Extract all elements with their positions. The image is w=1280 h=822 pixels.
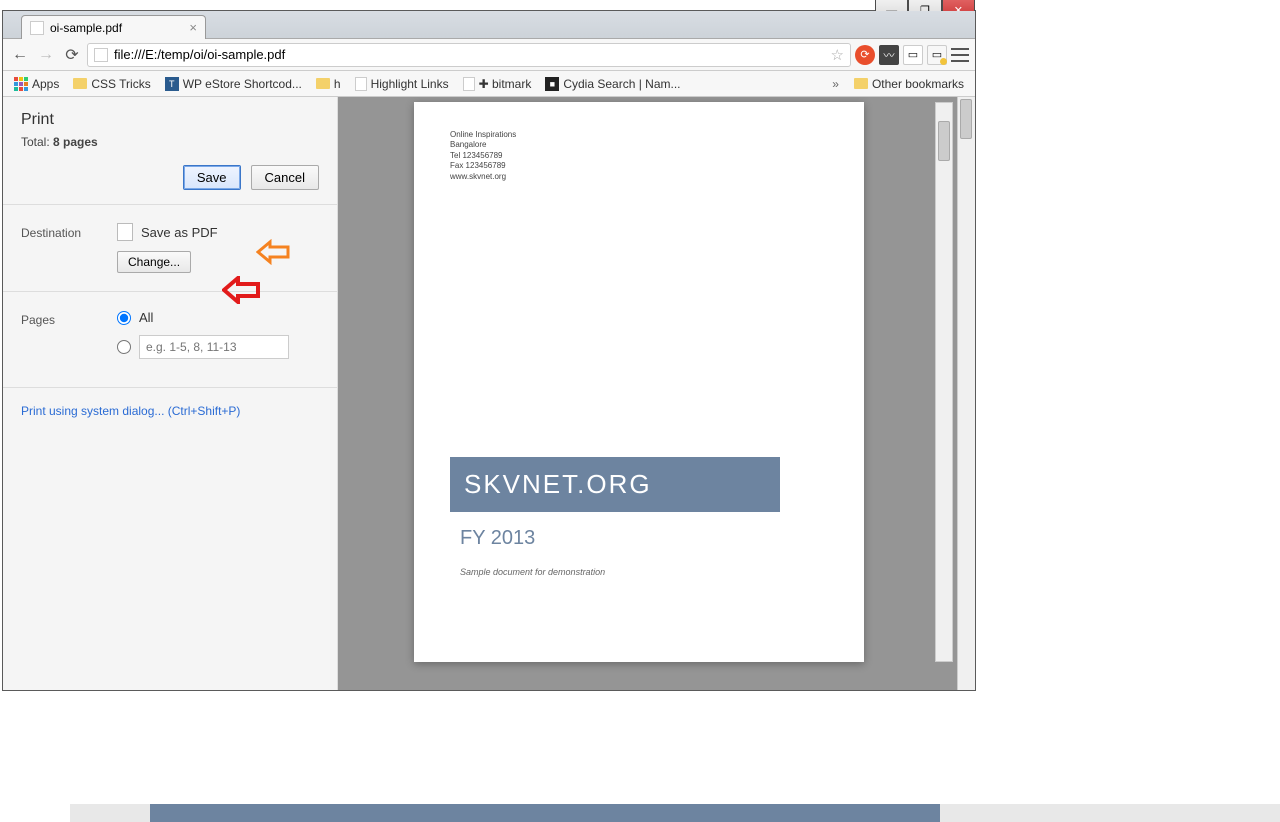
cancel-button[interactable]: Cancel	[251, 165, 319, 190]
save-button[interactable]: Save	[183, 165, 241, 190]
bookmark-item[interactable]: ■ Cydia Search | Nam...	[540, 75, 685, 93]
scrollbar-thumb[interactable]	[938, 121, 950, 161]
header-line: Online Inspirations	[450, 130, 828, 140]
extension-icon-3[interactable]: ▭	[927, 45, 947, 65]
page-description: Sample document for demonstration	[460, 567, 605, 577]
tab-title: oi-sample.pdf	[50, 21, 122, 35]
header-line: Bangalore	[450, 140, 828, 150]
extension-icon-2[interactable]: ▭	[903, 45, 923, 65]
content-area: Print Total: 8 pages Save Cancel Destina…	[3, 97, 975, 690]
total-label: Total:	[21, 135, 53, 149]
system-dialog-link[interactable]: Print using system dialog... (Ctrl+Shift…	[3, 388, 337, 434]
tab-strip: oi-sample.pdf ×	[3, 11, 975, 39]
horizontal-scrollbar[interactable]	[70, 804, 1280, 822]
change-destination-button[interactable]: Change...	[117, 251, 191, 273]
folder-icon	[73, 78, 87, 89]
destination-label: Destination	[21, 223, 99, 240]
apps-label: Apps	[32, 77, 59, 91]
wp-icon: T	[165, 77, 179, 91]
page-preview: Online Inspirations Bangalore Tel 123456…	[414, 102, 864, 662]
folder-icon	[316, 78, 330, 89]
page-icon	[463, 77, 475, 91]
bookmark-star-icon[interactable]: ☆	[831, 46, 844, 64]
pages-range-input[interactable]	[139, 335, 289, 359]
browser-tab[interactable]: oi-sample.pdf ×	[21, 15, 206, 39]
pages-range-radio[interactable]	[117, 340, 131, 354]
url-bar[interactable]: file:///E:/temp/oi/oi-sample.pdf ☆	[87, 43, 851, 67]
page-icon	[355, 77, 367, 91]
reload-button[interactable]: ⟳	[61, 44, 83, 66]
bookmark-item[interactable]: ✚ bitmark	[458, 75, 537, 93]
bookmark-label: h	[334, 77, 341, 91]
bookmark-label: Other bookmarks	[872, 77, 964, 91]
print-panel: Print Total: 8 pages Save Cancel Destina…	[3, 97, 338, 690]
other-bookmarks[interactable]: Other bookmarks	[849, 75, 969, 93]
stumbleupon-icon[interactable]: ⟳	[855, 45, 875, 65]
bookmark-label: Cydia Search | Nam...	[563, 77, 680, 91]
print-total: Total: 8 pages	[21, 135, 319, 149]
notification-dot-icon	[940, 58, 947, 65]
bookmark-item[interactable]: T WP eStore Shortcod...	[160, 75, 307, 93]
extension-icon[interactable]: 〰	[879, 45, 899, 65]
bookmark-folder[interactable]: h	[311, 75, 346, 93]
back-button[interactable]: ←	[9, 44, 31, 66]
page-icon	[94, 48, 108, 62]
folder-icon	[854, 78, 868, 89]
orange-arrow-annotation	[256, 239, 290, 265]
pdf-icon	[117, 223, 133, 241]
destination-value: Save as PDF	[141, 225, 218, 240]
toolbar: ← → ⟳ file:///E:/temp/oi/oi-sample.pdf ☆…	[3, 39, 975, 71]
bookmark-label: Highlight Links	[371, 77, 449, 91]
hamburger-menu-icon[interactable]	[951, 48, 969, 62]
total-value: 8 pages	[53, 135, 98, 149]
bookmark-label: CSS Tricks	[91, 77, 150, 91]
page-banner: SKVNET.ORG	[450, 457, 780, 512]
preview-scrollbar[interactable]	[935, 102, 953, 662]
desktop: — ❐ ✕ oi-sample.pdf × ← → ⟳ file:///E:/t…	[0, 0, 1280, 800]
scrollbar-thumb[interactable]	[960, 99, 972, 139]
bookmark-item[interactable]: Highlight Links	[350, 75, 454, 93]
pages-all-label: All	[139, 310, 153, 325]
pages-label: Pages	[21, 310, 99, 327]
header-line: Fax 123456789	[450, 161, 828, 171]
chrome-window: — ❐ ✕ oi-sample.pdf × ← → ⟳ file:///E:/t…	[2, 10, 976, 691]
cydia-icon: ■	[545, 77, 559, 91]
bookmark-label: ✚ bitmark	[479, 77, 532, 91]
page-subtitle: FY 2013	[460, 527, 535, 550]
url-text: file:///E:/temp/oi/oi-sample.pdf	[114, 47, 285, 62]
bookmarks-bar: Apps CSS Tricks T WP eStore Shortcod... h…	[3, 71, 975, 97]
bookmarks-overflow-icon[interactable]: »	[826, 77, 845, 91]
scrollbar-thumb[interactable]	[150, 804, 940, 822]
bookmark-folder[interactable]: CSS Tricks	[68, 75, 155, 93]
print-title: Print	[21, 111, 319, 129]
tab-close-icon[interactable]: ×	[189, 20, 197, 35]
bookmark-label: WP eStore Shortcod...	[183, 77, 302, 91]
header-line: Tel 123456789	[450, 151, 828, 161]
document-icon	[30, 21, 44, 35]
apps-icon	[14, 77, 28, 91]
red-arrow-annotation	[222, 276, 260, 304]
pages-all-radio[interactable]	[117, 311, 131, 325]
print-preview: Online Inspirations Bangalore Tel 123456…	[338, 97, 975, 690]
window-scrollbar[interactable]	[957, 97, 975, 690]
apps-shortcut[interactable]: Apps	[9, 75, 64, 93]
header-line: www.skvnet.org	[450, 172, 828, 182]
forward-button[interactable]: →	[35, 44, 57, 66]
